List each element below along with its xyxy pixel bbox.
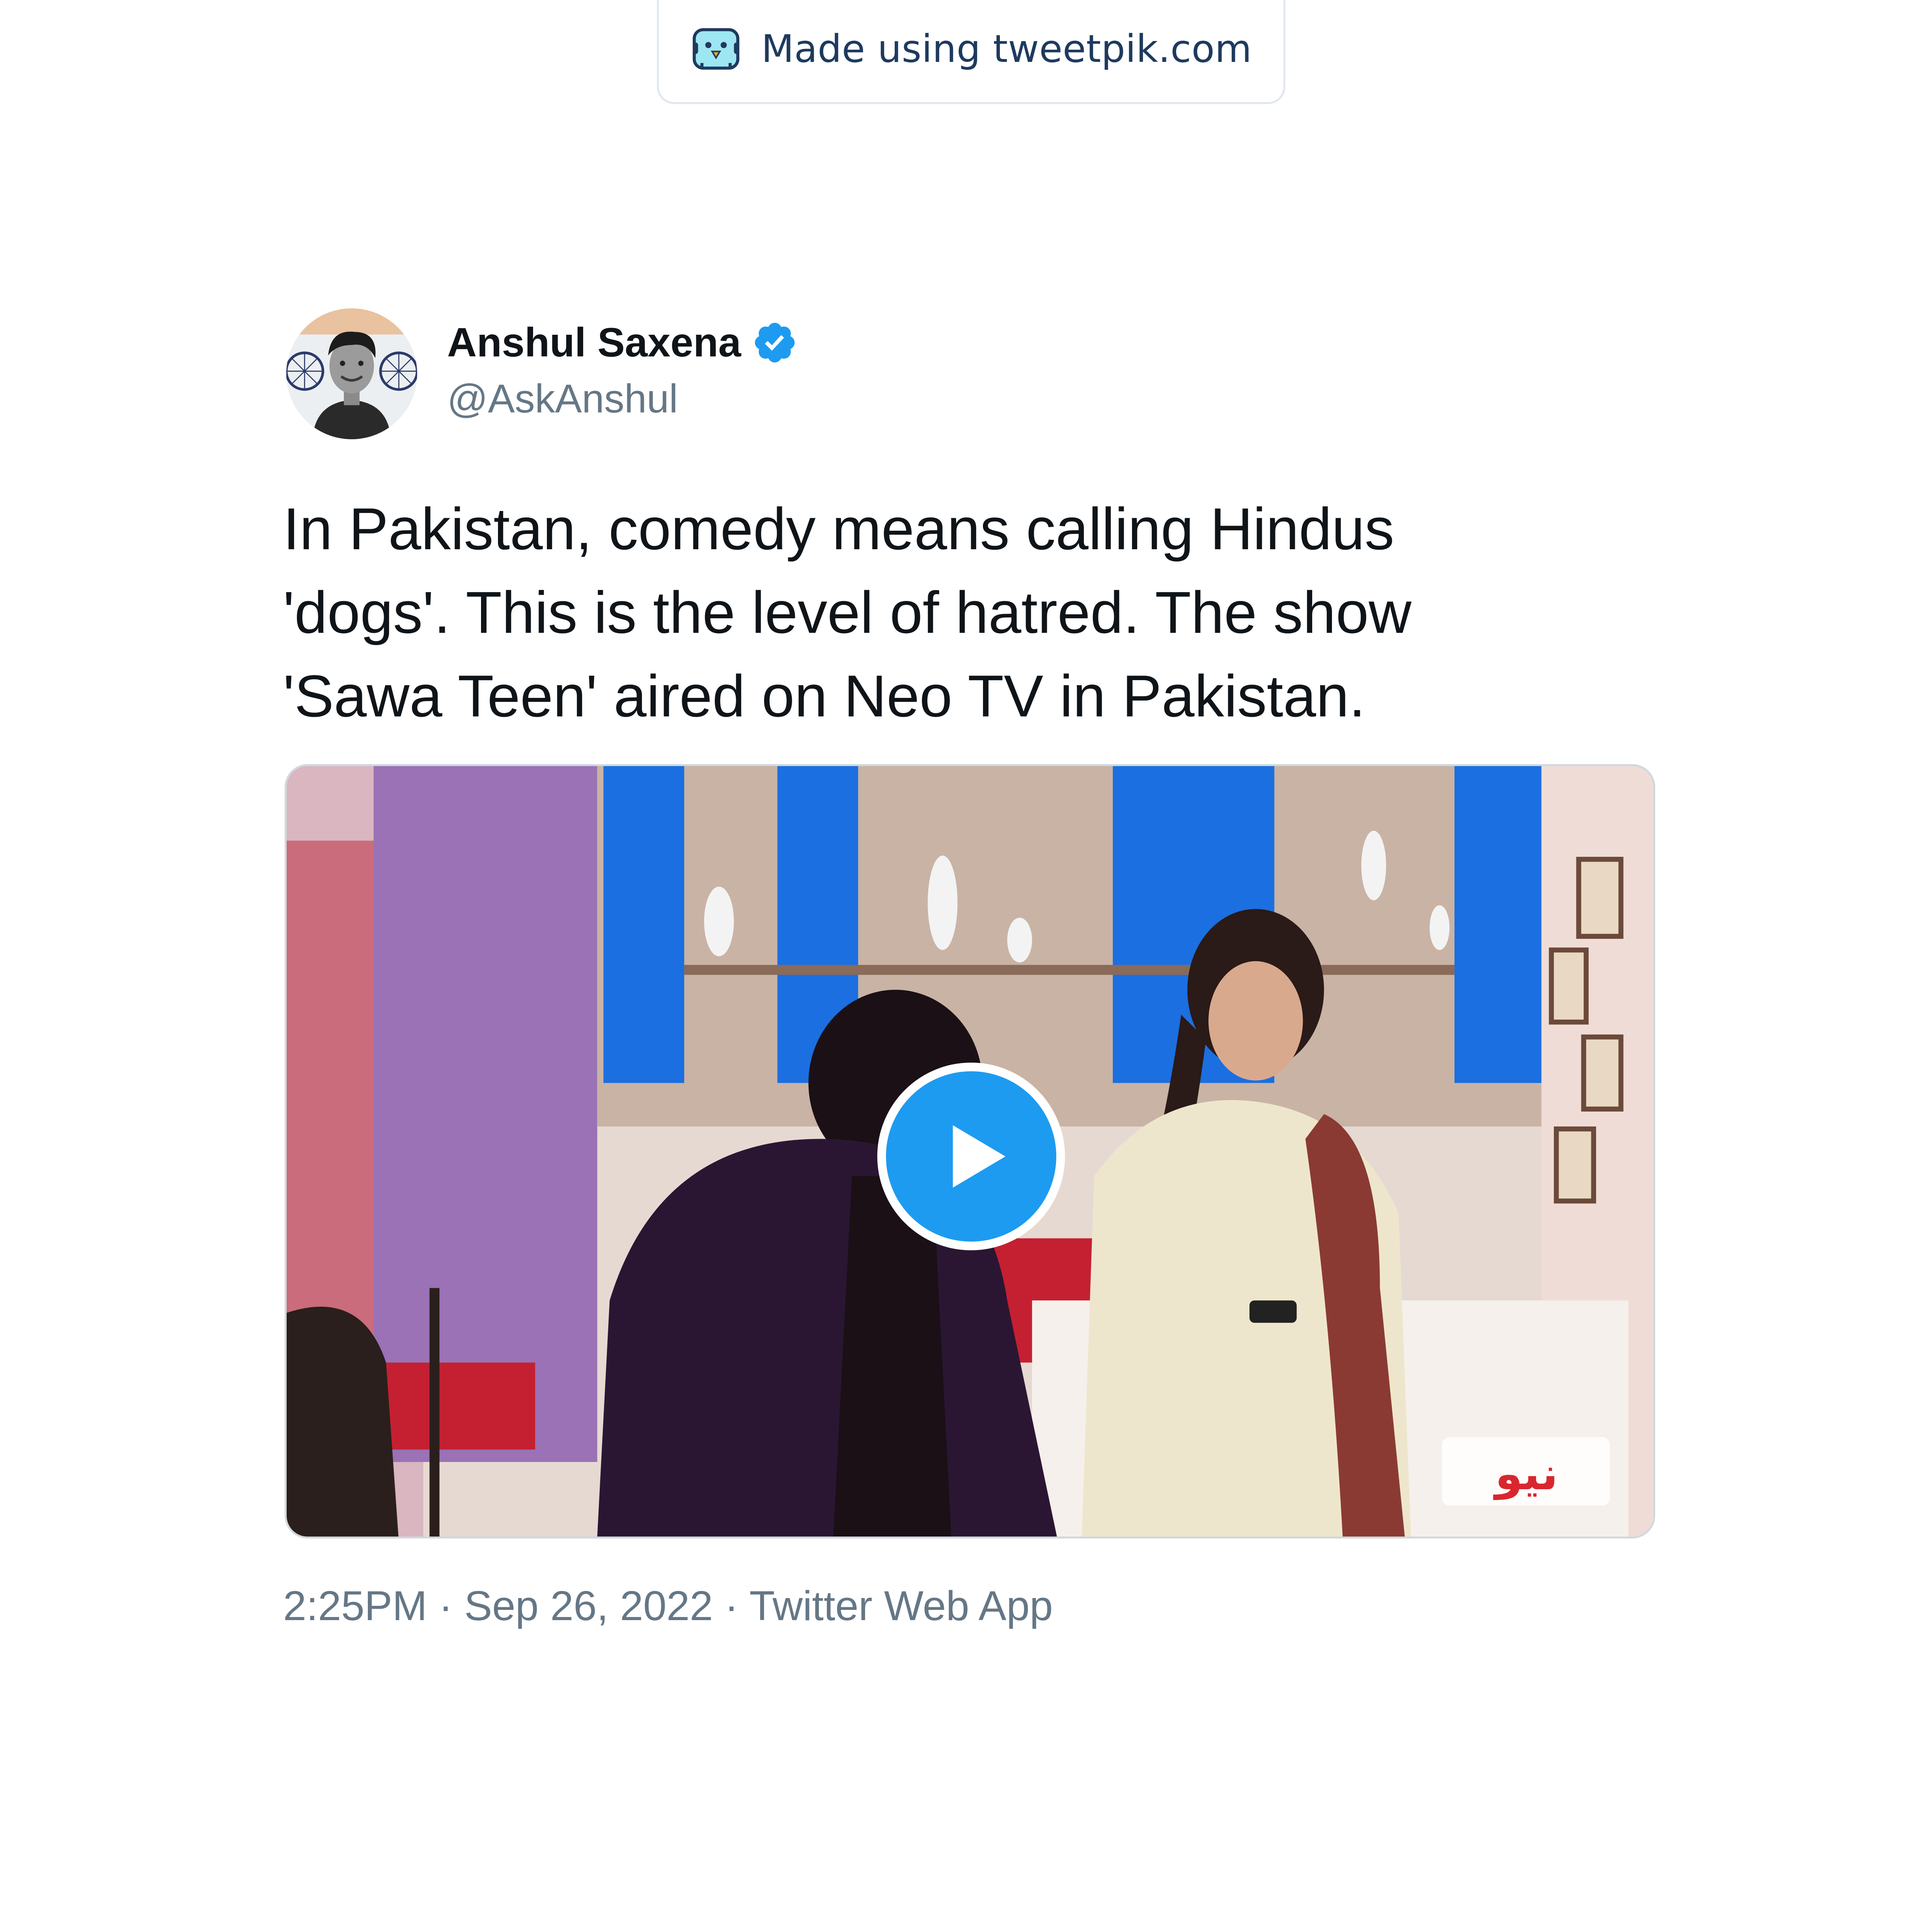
video-player[interactable]: نیو xyxy=(285,764,1655,1539)
tweet-meta: 2:25PM · Sep 26, 2022 · Twitter Web App xyxy=(283,1585,1053,1627)
play-icon xyxy=(953,1125,1005,1188)
tweetpik-bird-icon xyxy=(692,28,740,70)
svg-text:نیو: نیو xyxy=(1493,1448,1558,1500)
verified-badge-icon xyxy=(755,323,794,363)
author-display-name[interactable]: Anshul Saxena xyxy=(447,322,741,363)
meta-separator: · xyxy=(724,1583,738,1629)
avatar[interactable] xyxy=(286,308,417,439)
author-handle[interactable]: @AskAnshul xyxy=(447,379,678,419)
meta-separator: · xyxy=(438,1583,453,1629)
tweet-text: In Pakistan, comedy means calling Hindus… xyxy=(283,496,1412,729)
tweet-source[interactable]: Twitter Web App xyxy=(750,1583,1053,1629)
tweet-time[interactable]: 2:25PM xyxy=(283,1583,427,1629)
tweetpik-watermark: Made using tweetpik.com xyxy=(657,0,1285,104)
author-name-row[interactable]: Anshul Saxena xyxy=(447,319,798,366)
watermark-text: Made using tweetpik.com xyxy=(761,26,1252,71)
play-button[interactable] xyxy=(877,1063,1065,1250)
tweet-date[interactable]: Sep 26, 2022 xyxy=(464,1583,713,1629)
